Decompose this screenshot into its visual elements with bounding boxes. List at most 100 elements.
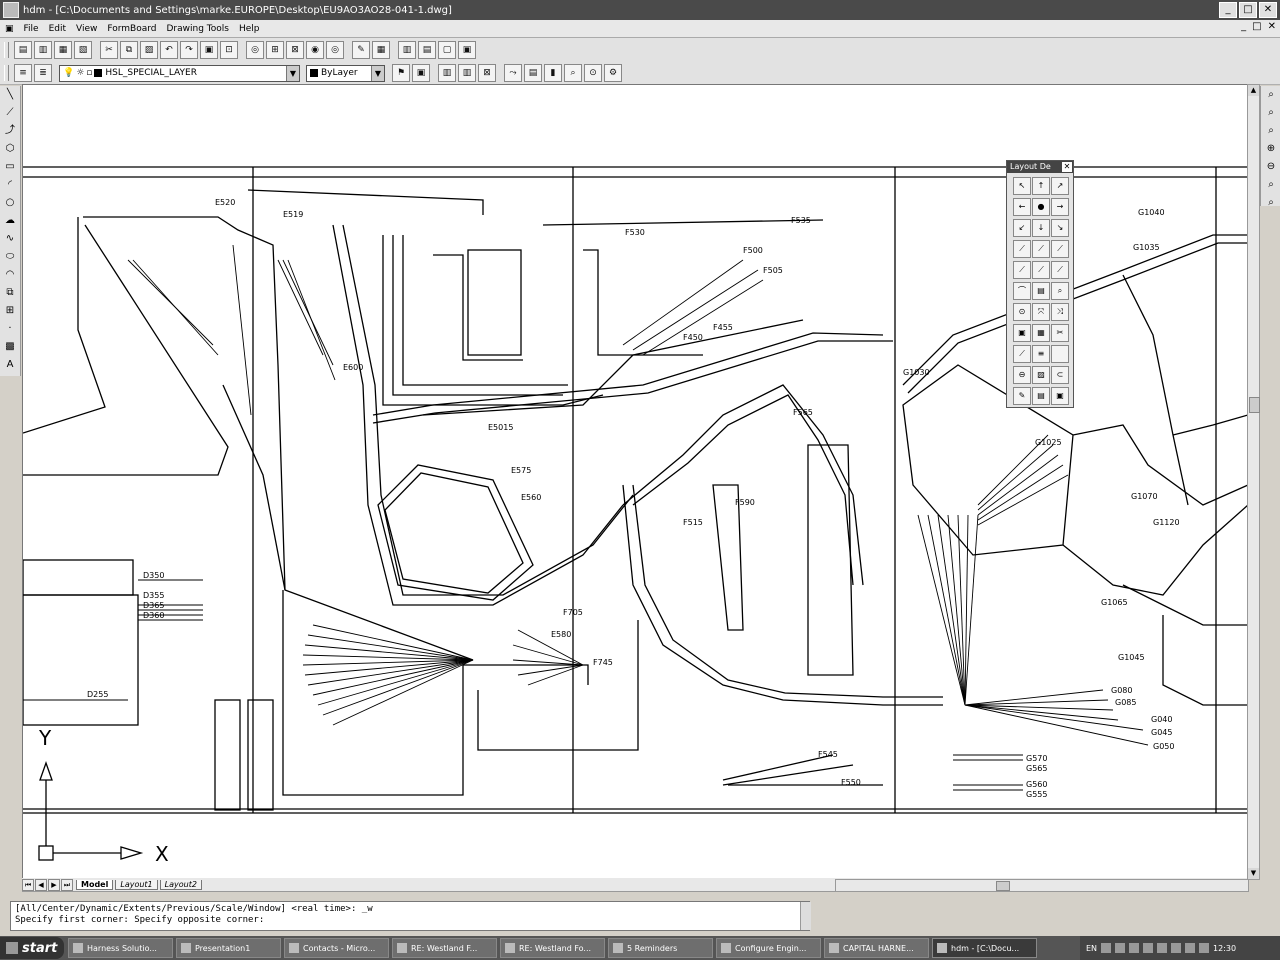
line-icon[interactable]: ╲	[2, 87, 18, 103]
route-e-icon[interactable]: →	[1051, 198, 1069, 216]
layout-design-palette[interactable]: Layout De ✕ ↖ ↑ ↗ ← ● → ↙ ↓ ↘ ⟋ ⟋ ⟋ ⟋ ⟋ …	[1006, 160, 1074, 408]
route-n-icon[interactable]: ↑	[1032, 177, 1050, 195]
polygon-icon[interactable]: ⬡	[2, 141, 18, 157]
x-box-icon[interactable]: ⊠	[478, 64, 496, 82]
zoom-icon[interactable]: ⊙	[584, 64, 602, 82]
paste-icon[interactable]: ▨	[140, 41, 158, 59]
align-diag-2-icon[interactable]: ⟋	[1032, 240, 1050, 258]
align-diag-3-icon[interactable]: ⟋	[1051, 240, 1069, 258]
horizontal-scrollbar[interactable]	[835, 879, 1249, 892]
route-ne-icon[interactable]: ↗	[1051, 177, 1069, 195]
search-icon[interactable]: ⌕	[1051, 282, 1069, 300]
tray-network-icon[interactable]	[1115, 943, 1126, 953]
bend-3-icon[interactable]: ⟋	[1051, 261, 1069, 279]
scale-icon[interactable]: ⤧	[1032, 303, 1050, 321]
tab-last-icon[interactable]: ⏭	[61, 878, 73, 891]
save-layer-icon[interactable]: ▣	[412, 64, 430, 82]
bar-icon[interactable]: ▮	[544, 64, 562, 82]
table-icon[interactable]: ▦	[1032, 324, 1050, 342]
connector-icon[interactable]: ▣	[1013, 324, 1031, 342]
columns-alt-icon[interactable]: ▥	[458, 64, 476, 82]
tab-layout1[interactable]: Layout1	[115, 879, 158, 890]
taskbar-item[interactable]: Contacts - Micro...	[284, 938, 389, 958]
tab-model[interactable]: Model	[76, 879, 114, 890]
chevron-down-icon[interactable]: ▼	[286, 65, 299, 81]
construction-line-icon[interactable]: ⟋	[2, 105, 18, 121]
layer-manager-icon[interactable]: ≡	[14, 64, 32, 82]
pencil-icon[interactable]: ✎	[352, 41, 370, 59]
color-select[interactable]: ByLayer ▼	[306, 64, 385, 82]
menu-drawing-tools[interactable]: Drawing Tools	[162, 24, 234, 34]
maximize-button[interactable]: □	[1239, 2, 1257, 18]
tray-security-icon[interactable]	[1143, 943, 1154, 953]
doc-close-button[interactable]: ✕	[1268, 21, 1276, 32]
measure-icon[interactable]: ▤	[1032, 282, 1050, 300]
route-icon[interactable]: ⤳	[504, 64, 522, 82]
menu-view[interactable]: View	[71, 24, 102, 34]
scroll-down-icon[interactable]: ▼	[1248, 868, 1259, 879]
route-se-icon[interactable]: ↘	[1051, 219, 1069, 237]
tray-volume-icon[interactable]	[1129, 943, 1140, 953]
blank-icon[interactable]	[1051, 345, 1069, 363]
cut-icon[interactable]: ✂	[100, 41, 118, 59]
command-scrollbar[interactable]	[800, 902, 811, 930]
ellipse-icon[interactable]: ⬭	[2, 249, 18, 265]
taskbar-item[interactable]: CAPITAL HARNE...	[824, 938, 929, 958]
circle-icon[interactable]: ○	[2, 195, 18, 211]
insert-block-icon[interactable]: ⧉	[2, 285, 18, 301]
zoom-extents-icon[interactable]: ⌕	[1263, 195, 1279, 211]
language-indicator[interactable]: EN	[1086, 944, 1097, 953]
layer-select[interactable]: 💡 ☼ ▫ HSL_SPECIAL_LAYER ▼	[59, 64, 300, 82]
taskbar-item[interactable]: 5 Reminders	[608, 938, 713, 958]
taskbar-item[interactable]: Configure Engin...	[716, 938, 821, 958]
tray-update-icon[interactable]	[1157, 943, 1168, 953]
doc-minimize-button[interactable]: _	[1241, 21, 1246, 32]
route-nw-icon[interactable]: ↖	[1013, 177, 1031, 195]
layout-icon[interactable]: ▥	[398, 41, 416, 59]
route-s-icon[interactable]: ↓	[1032, 219, 1050, 237]
rectangle-icon[interactable]: ▭	[2, 159, 18, 175]
tab-first-icon[interactable]: ⏮	[22, 878, 34, 891]
text-icon[interactable]: A	[2, 357, 18, 373]
tab-prev-icon[interactable]: ◀	[35, 878, 47, 891]
print-icon[interactable]: ▧	[74, 41, 92, 59]
align-diag-icon[interactable]: ⟋	[1013, 240, 1031, 258]
taskbar-item[interactable]: Harness Solutio...	[68, 938, 173, 958]
grid-icon[interactable]: ⊞	[266, 41, 284, 59]
layer-states-icon[interactable]: ≣	[34, 64, 52, 82]
flag-icon[interactable]: ⚑	[392, 64, 410, 82]
minimize-button[interactable]: _	[1219, 2, 1237, 18]
make-block-icon[interactable]: ⊞	[2, 303, 18, 319]
bundle-icon[interactable]: ▤	[524, 64, 542, 82]
new-icon[interactable]: ▤	[14, 41, 32, 59]
spline-icon[interactable]: ∿	[2, 231, 18, 247]
zoom-out-icon[interactable]: ⊖	[1263, 159, 1279, 175]
zoom-dynamic-icon[interactable]: ⌕	[1263, 105, 1279, 121]
columns-icon[interactable]: ▥	[438, 64, 456, 82]
tray-bluetooth-icon[interactable]	[1171, 943, 1182, 953]
zoom-all-icon[interactable]: ⌕	[1263, 177, 1279, 193]
scroll-up-icon[interactable]: ▲	[1248, 85, 1259, 96]
connector-icon[interactable]: ◎	[246, 41, 264, 59]
hscroll-thumb[interactable]	[996, 881, 1010, 891]
cross-icon[interactable]: ⊠	[286, 41, 304, 59]
start-button[interactable]: start	[0, 937, 64, 959]
route-w-icon[interactable]: ←	[1013, 198, 1031, 216]
sheet-icon[interactable]: ▢	[438, 41, 456, 59]
ellipse-arc-icon[interactable]: ◠	[2, 267, 18, 283]
tape-icon[interactable]: ⊂	[1051, 366, 1069, 384]
circle-icon[interactable]: ◉	[306, 41, 324, 59]
doc-icon[interactable]: ▣	[0, 24, 19, 34]
route-center-icon[interactable]: ●	[1032, 198, 1050, 216]
undo-icon[interactable]: ↶	[160, 41, 178, 59]
arc-icon[interactable]: ◜	[2, 177, 18, 193]
sheet-icon[interactable]: ▤	[1032, 387, 1050, 405]
route-sw-icon[interactable]: ↙	[1013, 219, 1031, 237]
tray-app-icon[interactable]	[1199, 943, 1210, 953]
taskbar-item[interactable]: Presentation1	[176, 938, 281, 958]
vertical-scrollbar[interactable]: ▲ ▼	[1247, 84, 1260, 880]
split-icon[interactable]: ⤨	[1051, 303, 1069, 321]
bend-icon[interactable]: ⟋	[1013, 261, 1031, 279]
menu-edit[interactable]: Edit	[44, 24, 71, 34]
pen-icon[interactable]: ✎	[1013, 387, 1031, 405]
